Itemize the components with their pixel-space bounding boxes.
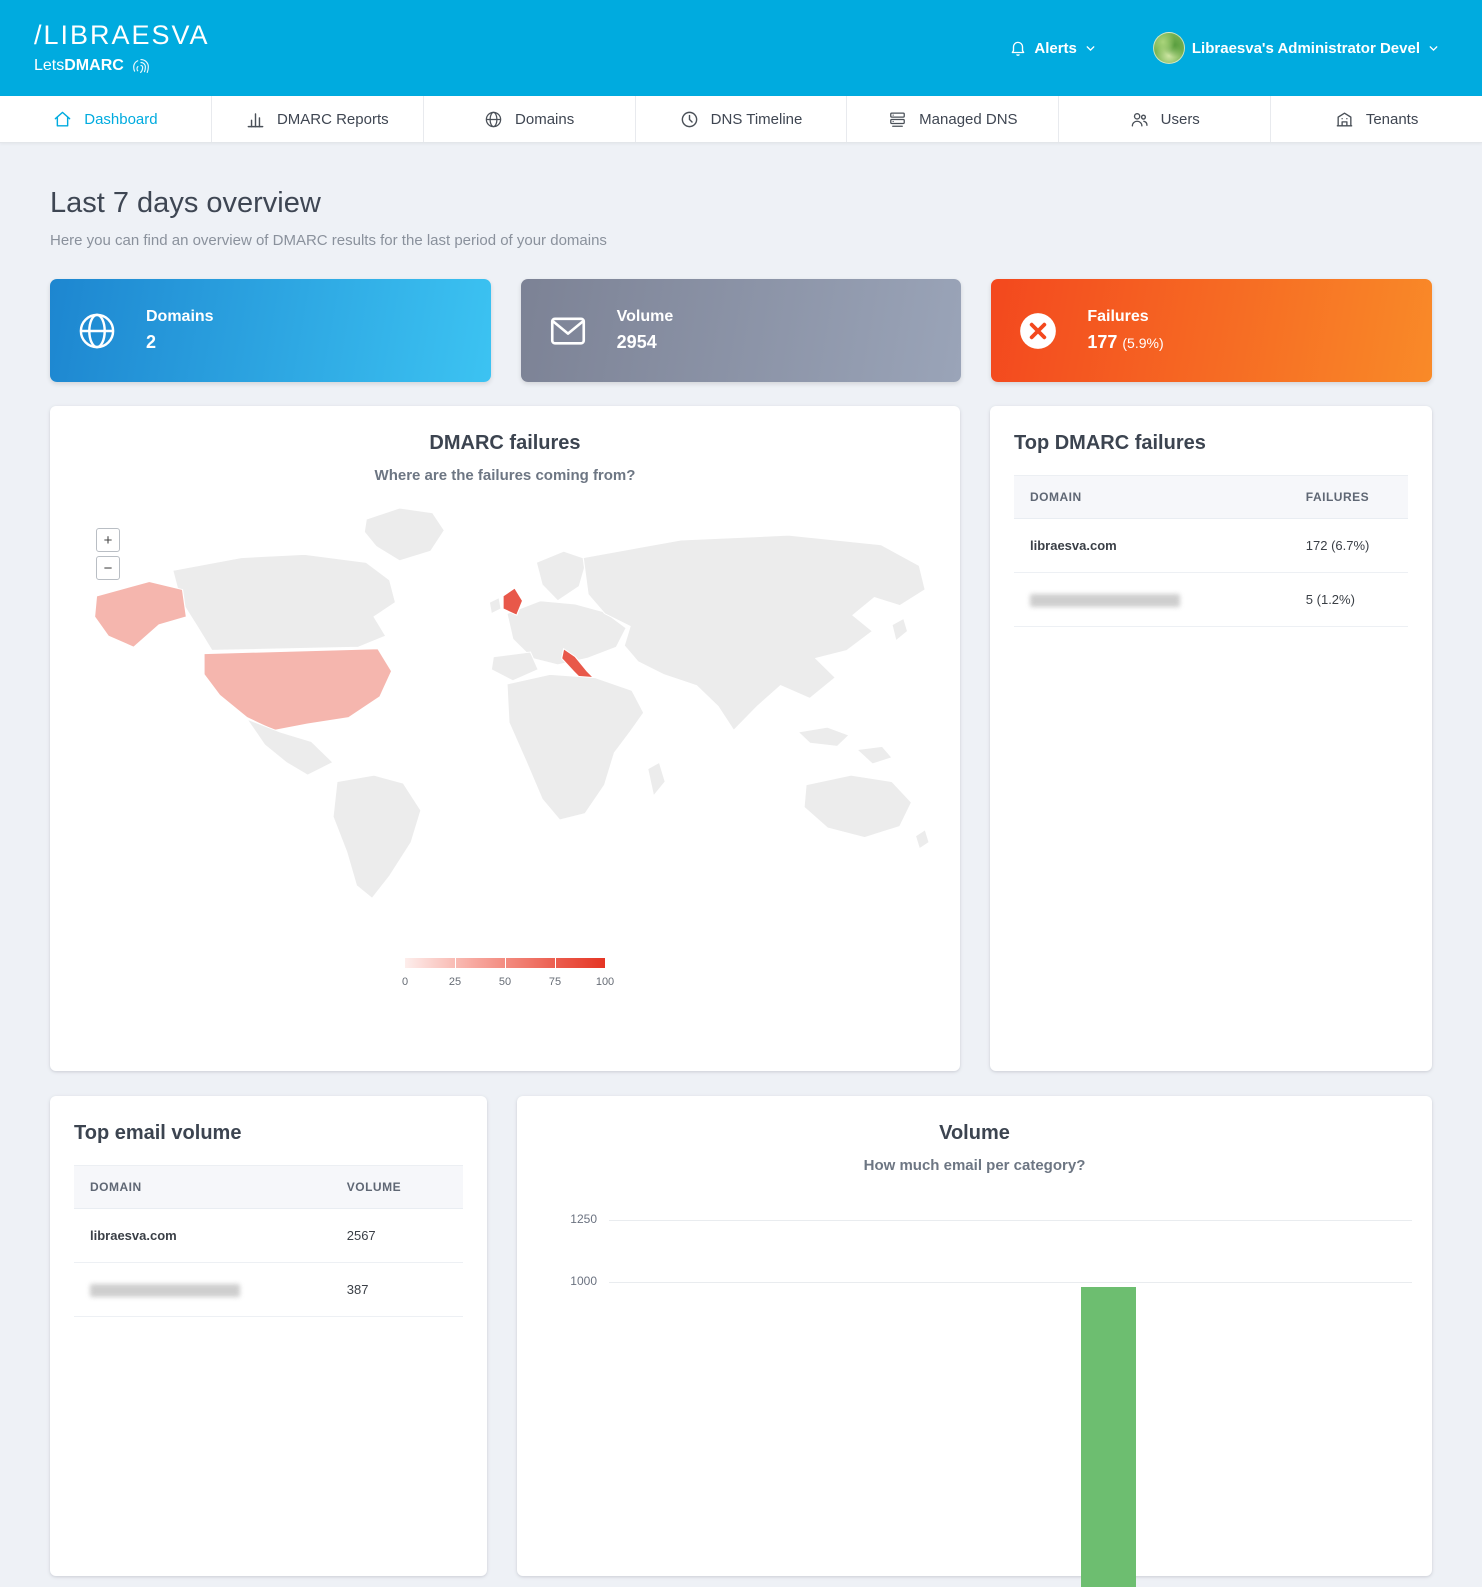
failures-cell: 172 (6.7%): [1290, 519, 1408, 573]
failures-cell: 5 (1.2%): [1290, 573, 1408, 627]
top-failures-title: Top DMARC failures: [1014, 432, 1408, 455]
avatar: [1153, 32, 1185, 64]
dmarc-failures-map-panel: DMARC failures Where are the failures co…: [50, 406, 960, 1071]
chevron-down-icon: [1427, 42, 1440, 55]
gridline-1250: 1250: [609, 1220, 1412, 1221]
failures-card-value: 177: [1087, 332, 1117, 352]
domains-card-value: 2: [146, 332, 214, 353]
volume-cell: 2567: [331, 1209, 463, 1263]
domain-cell: libraesva.com: [74, 1209, 331, 1263]
tab-managed-dns[interactable]: Managed DNS: [846, 96, 1058, 142]
map-panel-title: DMARC failures: [50, 432, 960, 455]
map-region-usa: [204, 649, 392, 731]
envelope-icon: [547, 310, 589, 352]
column-header-domain: DOMAIN: [1014, 476, 1290, 519]
bar-chart-icon: [246, 110, 265, 129]
zoom-out-button[interactable]: −: [96, 556, 120, 580]
logo-sub-light: Lets: [34, 57, 64, 74]
column-header-failures: FAILURES: [1290, 476, 1408, 519]
logo-text: /LIBRAESVA: [34, 20, 210, 51]
top-bar: /LIBRAESVA LetsDMARC Alerts Libraesva's …: [0, 0, 1482, 96]
world-map-svg: [75, 500, 935, 900]
world-map[interactable]: [50, 500, 960, 900]
top-volume-table: DOMAIN VOLUME libraesva.com 2567 387: [74, 1165, 463, 1317]
volume-chart-subtitle: How much email per category?: [517, 1157, 1432, 1174]
legend-tick: 75: [549, 976, 561, 988]
server-stack-icon: [888, 110, 907, 129]
chevron-down-icon: [1084, 42, 1097, 55]
user-name: Libraesva's Administrator Devel: [1192, 40, 1420, 57]
legend-tick: 0: [402, 976, 408, 988]
failures-card-label: Failures: [1087, 308, 1163, 326]
table-row: libraesva.com 2567: [74, 1209, 463, 1263]
volume-bar: [1081, 1287, 1136, 1587]
users-icon: [1130, 110, 1149, 129]
volume-card-value: 2954: [617, 332, 674, 353]
tab-dmarc-reports[interactable]: DMARC Reports: [211, 96, 423, 142]
top-failures-table: DOMAIN FAILURES libraesva.com 172 (6.7%)…: [1014, 475, 1408, 627]
building-icon: [1335, 110, 1354, 129]
globe-icon: [484, 110, 503, 129]
volume-chart-title: Volume: [517, 1122, 1432, 1145]
column-header-volume: VOLUME: [331, 1166, 463, 1209]
stat-cards: Domains 2 Volume 2954 Failures 177 (5.9%): [50, 279, 1432, 382]
domain-cell: libraesva.com: [1014, 519, 1290, 573]
tab-domains[interactable]: Domains: [423, 96, 635, 142]
domains-card-label: Domains: [146, 308, 214, 326]
failures-card-detail: (5.9%): [1122, 335, 1163, 351]
redacted-domain: [90, 1284, 240, 1297]
circle-x-icon: [1017, 310, 1059, 352]
tab-users[interactable]: Users: [1058, 96, 1270, 142]
volume-card-label: Volume: [617, 308, 674, 326]
libraesva-logo: /LIBRAESVA LetsDMARC: [34, 20, 210, 77]
tab-dashboard[interactable]: Dashboard: [0, 96, 211, 142]
map-region-alaska: [95, 582, 187, 648]
y-axis-tick: 1000: [541, 1274, 597, 1288]
dashboard-content: Last 7 days overview Here you can find a…: [0, 187, 1482, 1576]
volume-cell: 387: [331, 1263, 463, 1317]
failures-card: Failures 177 (5.9%): [991, 279, 1432, 382]
column-header-domain: DOMAIN: [74, 1166, 331, 1209]
domains-card: Domains 2: [50, 279, 491, 382]
gridline-1000: 1000: [609, 1282, 1412, 1283]
volume-card: Volume 2954: [521, 279, 962, 382]
zoom-in-button[interactable]: +: [96, 528, 120, 552]
fingerprint-icon: [130, 55, 152, 77]
redacted-domain: [1030, 594, 1180, 607]
map-panel-subtitle: Where are the failures coming from?: [50, 467, 960, 484]
alerts-label: Alerts: [1034, 40, 1077, 57]
map-legend: 0 25 50 75 100: [50, 958, 960, 992]
legend-tick: 50: [499, 976, 511, 988]
tab-tenants[interactable]: Tenants: [1270, 96, 1482, 142]
legend-tick: 100: [596, 976, 614, 988]
page-title: Last 7 days overview: [50, 187, 1432, 220]
page-subtitle: Here you can find an overview of DMARC r…: [50, 232, 1432, 249]
globe-icon: [76, 310, 118, 352]
bell-icon: [1009, 39, 1027, 57]
clock-icon: [680, 110, 699, 129]
top-volume-title: Top email volume: [74, 1122, 463, 1145]
legend-tick: 25: [449, 976, 461, 988]
top-dmarc-failures-panel: Top DMARC failures DOMAIN FAILURES libra…: [990, 406, 1432, 1071]
map-zoom-controls: + −: [96, 528, 120, 580]
table-row: 387: [74, 1263, 463, 1317]
table-row: 5 (1.2%): [1014, 573, 1408, 627]
top-email-volume-panel: Top email volume DOMAIN VOLUME libraesva…: [50, 1096, 487, 1576]
alerts-menu[interactable]: Alerts: [1009, 39, 1097, 57]
main-nav: Dashboard DMARC Reports Domains DNS Time…: [0, 96, 1482, 143]
volume-chart-panel: Volume How much email per category? 1250…: [517, 1096, 1432, 1576]
home-icon: [53, 110, 72, 129]
logo-sub-bold: DMARC: [64, 57, 124, 74]
table-row: libraesva.com 172 (6.7%): [1014, 519, 1408, 573]
tab-dns-timeline[interactable]: DNS Timeline: [635, 96, 847, 142]
y-axis-tick: 1250: [541, 1212, 597, 1226]
legend-gradient-bar: [405, 958, 605, 968]
user-menu[interactable]: Libraesva's Administrator Devel: [1153, 32, 1440, 64]
